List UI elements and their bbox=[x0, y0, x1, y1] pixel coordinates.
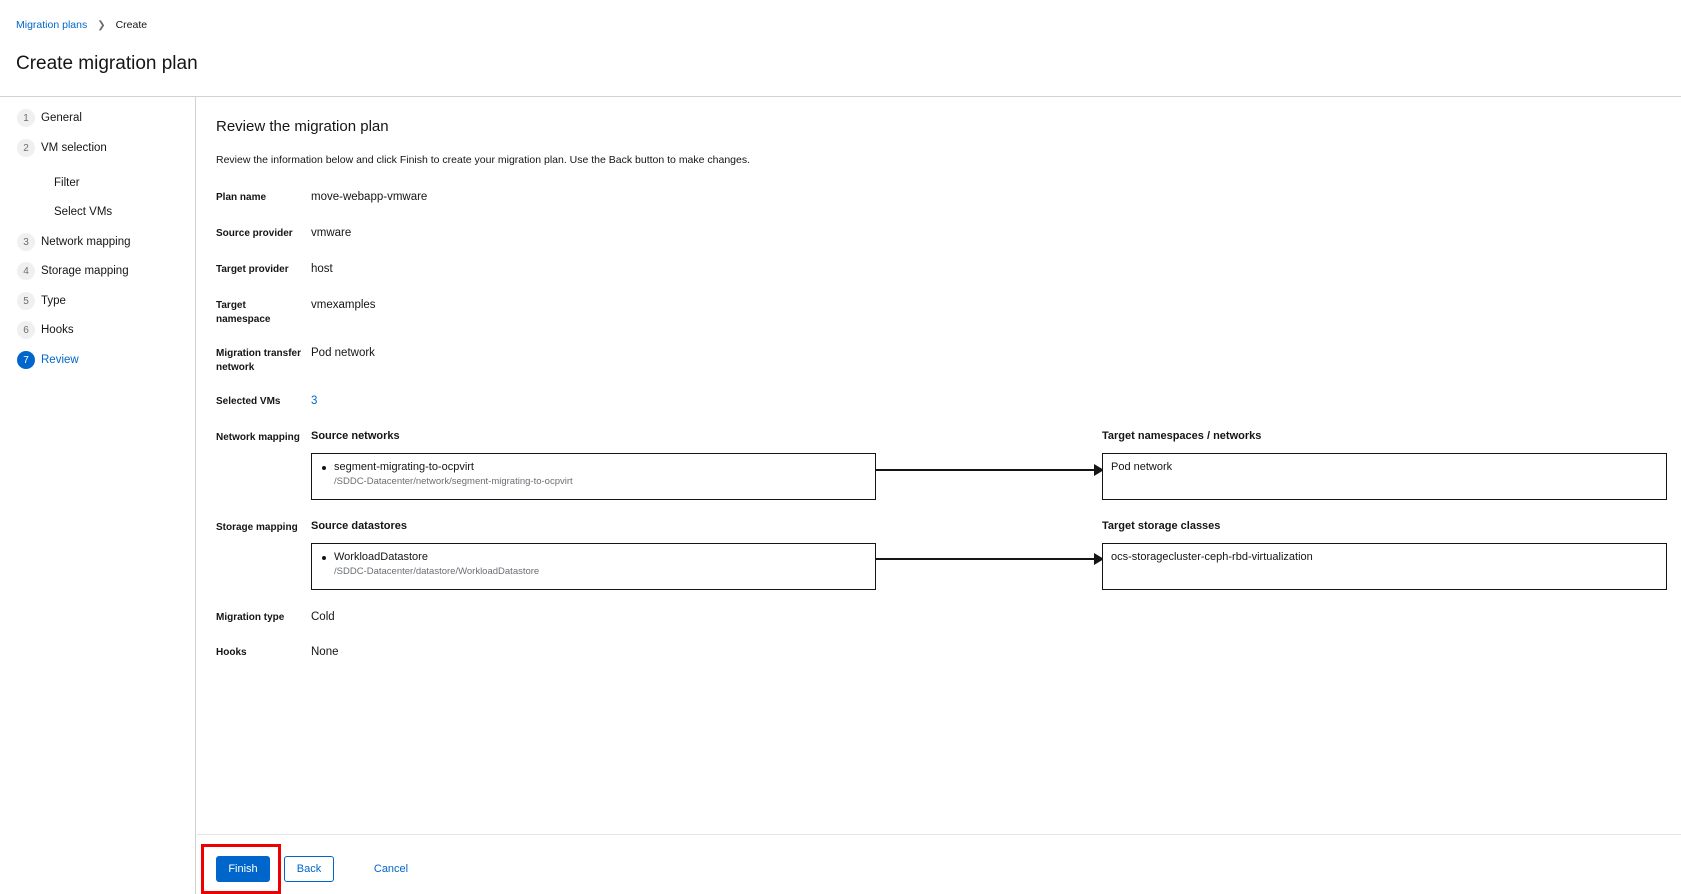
target-network-box: Pod network bbox=[1102, 453, 1667, 500]
wizard-substep-select-vms[interactable]: Select VMs bbox=[54, 206, 112, 218]
network-mapping-arrow-icon bbox=[876, 464, 1104, 476]
network-mapping-term: Network mapping bbox=[216, 432, 300, 443]
wizard-step-type[interactable]: 5 Type bbox=[17, 292, 66, 310]
source-datastore-path: /SDDC-Datacenter/datastore/WorkloadDatas… bbox=[334, 566, 540, 577]
source-provider-value: vmware bbox=[311, 227, 352, 239]
target-storage-heading: Target storage classes bbox=[1102, 520, 1221, 532]
selected-vms-link[interactable]: 3 bbox=[311, 394, 317, 408]
target-provider-value: host bbox=[311, 263, 333, 275]
source-network-path: /SDDC-Datacenter/network/segment-migrati… bbox=[334, 476, 573, 487]
step-label: Network mapping bbox=[41, 236, 131, 248]
wizard-substep-filter[interactable]: Filter bbox=[54, 177, 80, 189]
step-label: Storage mapping bbox=[41, 265, 129, 277]
wizard-step-general[interactable]: 1 General bbox=[17, 109, 82, 127]
list-item: WorkloadDatastore /SDDC-Datacenter/datas… bbox=[320, 551, 867, 577]
step-number: 5 bbox=[17, 292, 35, 310]
step-number: 1 bbox=[17, 109, 35, 127]
source-networks-heading: Source networks bbox=[311, 430, 400, 442]
chevron-right-icon: ❯ bbox=[97, 19, 106, 31]
wizard-step-storage-mapping[interactable]: 4 Storage mapping bbox=[17, 262, 129, 280]
page-title: Create migration plan bbox=[16, 53, 198, 74]
breadcrumb-migration-plans-link[interactable]: Migration plans bbox=[16, 19, 87, 31]
breadcrumb-current: Create bbox=[115, 19, 148, 31]
source-datastore-box: WorkloadDatastore /SDDC-Datacenter/datas… bbox=[311, 543, 876, 590]
target-storage-name: ocs-storagecluster-ceph-rbd-virtualizati… bbox=[1111, 551, 1313, 563]
list-item: segment-migrating-to-ocpvirt /SDDC-Datac… bbox=[320, 461, 867, 487]
target-namespace-value: vmexamples bbox=[311, 299, 376, 311]
step-label: Review bbox=[41, 354, 79, 366]
target-namespace-term: Target namespace bbox=[216, 300, 271, 325]
selected-vms-term: Selected VMs bbox=[216, 396, 281, 407]
step-number: 6 bbox=[17, 321, 35, 339]
storage-mapping-arrow-icon bbox=[876, 553, 1104, 565]
target-provider-term: Target provider bbox=[216, 264, 289, 275]
review-title: Review the migration plan bbox=[216, 118, 389, 135]
step-label: Hooks bbox=[41, 324, 74, 336]
hooks-value: None bbox=[311, 646, 339, 658]
step-label: General bbox=[41, 112, 82, 124]
step-number: 2 bbox=[17, 139, 35, 157]
source-datastore-name: WorkloadDatastore bbox=[334, 551, 428, 563]
wizard-footer: Finish Back Cancel bbox=[197, 834, 1681, 894]
step-label: Type bbox=[41, 295, 66, 307]
page-header: Migration plans ❯ Create Create migratio… bbox=[0, 0, 1681, 97]
hooks-term: Hooks bbox=[216, 647, 247, 658]
transfer-network-term: Migration transfer network bbox=[216, 348, 302, 373]
transfer-network-value: Pod network bbox=[311, 347, 375, 359]
breadcrumb: Migration plans ❯ Create bbox=[16, 19, 147, 31]
target-storage-box: ocs-storagecluster-ceph-rbd-virtualizati… bbox=[1102, 543, 1667, 590]
storage-mapping-term: Storage mapping bbox=[216, 522, 298, 533]
plan-name-term: Plan name bbox=[216, 192, 267, 203]
wizard-step-network-mapping[interactable]: 3 Network mapping bbox=[17, 233, 130, 251]
step-number: 4 bbox=[17, 262, 35, 280]
wizard-step-review[interactable]: 7 Review bbox=[17, 351, 79, 369]
target-network-name: Pod network bbox=[1111, 461, 1173, 473]
step-number: 7 bbox=[17, 351, 35, 369]
finish-button[interactable]: Finish bbox=[216, 856, 270, 882]
migration-type-term: Migration type bbox=[216, 612, 285, 623]
source-network-box: segment-migrating-to-ocpvirt /SDDC-Datac… bbox=[311, 453, 876, 500]
review-description: Review the information below and click F… bbox=[216, 154, 751, 166]
step-label: VM selection bbox=[41, 142, 107, 154]
source-network-name: segment-migrating-to-ocpvirt bbox=[334, 461, 474, 473]
cancel-button[interactable]: Cancel bbox=[364, 856, 418, 882]
migration-type-value: Cold bbox=[311, 611, 335, 623]
wizard-nav: 1 General 2 VM selection Filter Select V… bbox=[0, 97, 196, 894]
source-datastores-heading: Source datastores bbox=[311, 520, 407, 532]
back-button[interactable]: Back bbox=[284, 856, 334, 882]
step-number: 3 bbox=[17, 233, 35, 251]
target-networks-heading: Target namespaces / networks bbox=[1102, 430, 1262, 442]
wizard-step-hooks[interactable]: 6 Hooks bbox=[17, 321, 74, 339]
wizard-step-vm-selection[interactable]: 2 VM selection bbox=[17, 139, 107, 157]
plan-name-value: move-webapp-vmware bbox=[311, 191, 428, 203]
source-provider-term: Source provider bbox=[216, 228, 293, 239]
